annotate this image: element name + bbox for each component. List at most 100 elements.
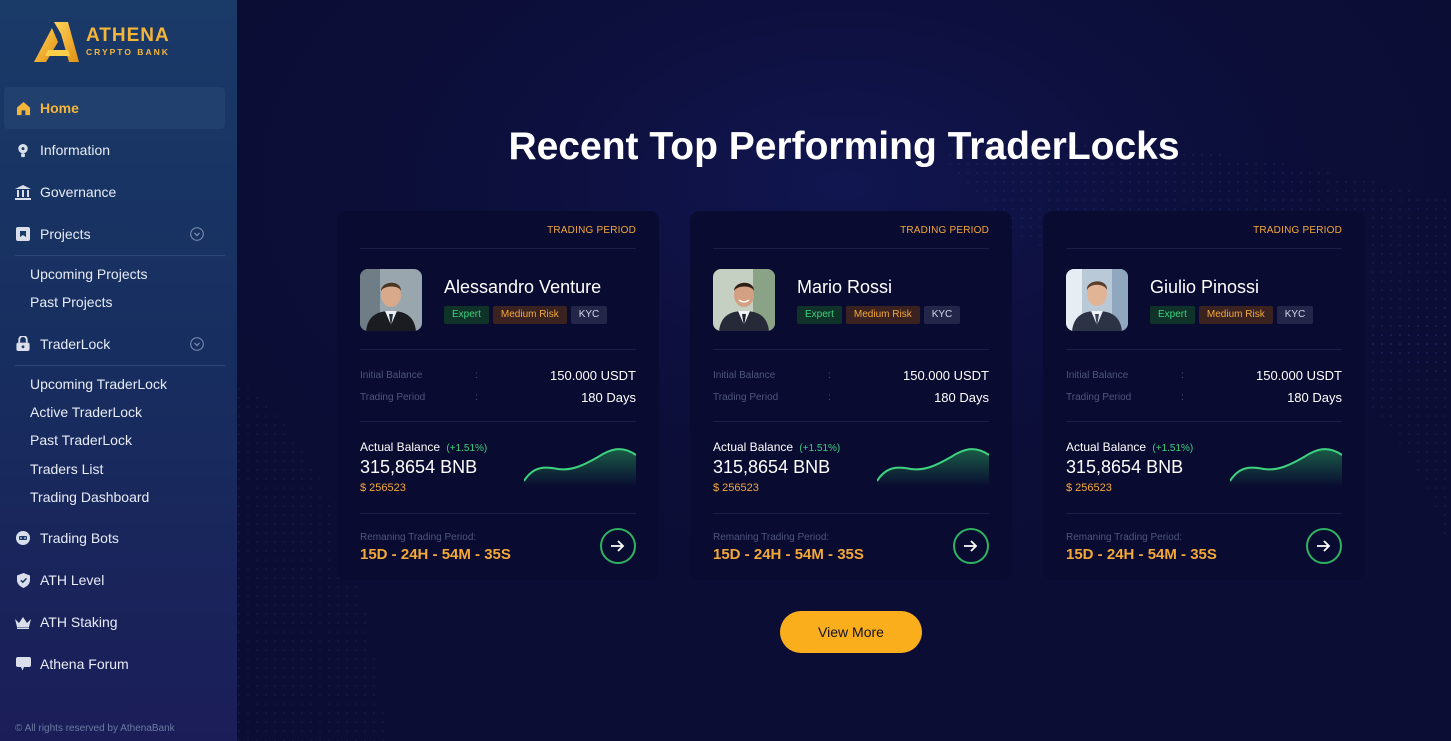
kyc-badge: KYC [1276,306,1314,324]
colon: : [475,392,478,403]
colon: : [475,370,478,381]
shield-icon [15,572,31,588]
chat-icon [15,656,31,672]
remaining-period-label: Remaning Trading Period: [1066,532,1183,543]
sidebar-item-label: ATH Level [40,572,105,589]
sidebar-item-upcoming-traderlock[interactable]: Upcoming TraderLock [0,370,237,398]
risk-badge: Medium Risk [845,306,920,324]
open-trader-button[interactable] [1306,528,1342,564]
actual-change: (+1.51%) [799,443,841,454]
trading-period-header: TRADING PERIOD [547,225,636,236]
divider [360,513,636,514]
open-trader-button[interactable] [953,528,989,564]
divider [360,248,636,249]
actual-balance-label: Actual Balance [360,440,441,454]
divider [1066,349,1342,350]
sparkline-chart [877,448,989,487]
arrow-right-icon [611,540,625,552]
remaining-period-label: Remaning Trading Period: [360,532,477,543]
sidebar-item-home[interactable]: Home [4,87,225,129]
trader-badges: Expert Medium Risk KYC [444,306,611,324]
open-trader-button[interactable] [600,528,636,564]
trader-badges: Expert Medium Risk KYC [1150,306,1317,324]
risk-badge: Medium Risk [492,306,567,324]
trading-period-row: Trading Period : 180 Days [360,390,636,405]
sidebar-item-label: TraderLock [40,335,111,352]
initial-balance-label: Initial Balance [1066,370,1129,381]
initial-balance-label: Initial Balance [713,370,776,381]
chevron-down-icon[interactable] [190,227,204,241]
trading-period-header: TRADING PERIOD [900,225,989,236]
sidebar: ATHENA CRYPTO BANK Home Information Gove… [0,0,237,741]
page-title: Recent Top Performing TraderLocks [508,125,1180,168]
avatar [713,269,775,331]
initial-balance-value: 150.000 USDT [550,368,636,383]
sidebar-item-traderlock[interactable]: TraderLock [0,323,237,365]
sidebar-item-label: Governance [40,184,117,200]
trading-period-header: TRADING PERIOD [1253,225,1342,236]
avatar-icon [713,269,775,331]
sidebar-item-governance[interactable]: Governance [0,171,237,213]
sidebar-footer: © All rights reserved by AthenaBank [15,723,175,734]
sidebar-item-label: Home [40,100,79,116]
sidebar-item-label: ATH Staking [40,614,118,631]
sidebar-item-traders-list[interactable]: Traders List [0,454,237,482]
actual-balance: Actual Balance (+1.51%) [713,440,840,454]
trader-name: Alessandro Venture [444,277,602,297]
avatar [360,269,422,331]
expert-badge: Expert [444,306,489,324]
sidebar-item-projects[interactable]: Projects [0,213,237,255]
remaining-period-label: Remaning Trading Period: [713,532,830,543]
initial-balance-label: Initial Balance [360,370,423,381]
bot-icon [15,530,31,546]
actual-balance-label: Actual Balance [1066,440,1147,454]
actual-balance-usd: $ 256523 [360,482,406,494]
divider [1066,421,1342,422]
trader-card: TRADING PERIOD Giulio Pinossi Expert Med… [1043,211,1365,580]
initial-balance-row: Initial Balance : 150.000 USDT [360,368,636,383]
brand-name: ATHENA [86,25,170,46]
brand-tagline: CRYPTO BANK [86,47,170,57]
sidebar-item-active-traderlock[interactable]: Active TraderLock [0,398,237,426]
view-more-button[interactable]: View More [780,611,922,653]
actual-balance-usd: $ 256523 [1066,482,1112,494]
colon: : [828,392,831,403]
actual-change: (+1.51%) [1152,443,1194,454]
initial-balance-row: Initial Balance : 150.000 USDT [713,368,989,383]
projects-icon [15,226,31,242]
sidebar-item-past-traderlock[interactable]: Past TraderLock [0,426,237,454]
arrow-right-icon [1317,540,1331,552]
sparkline-chart [1230,448,1342,487]
avatar [1066,269,1128,331]
initial-balance-value: 150.000 USDT [1256,368,1342,383]
divider [1066,248,1342,249]
athena-logo-icon [34,22,79,62]
home-icon [15,100,31,116]
sidebar-item-information[interactable]: Information [0,129,237,171]
sidebar-item-label: Athena Forum [40,656,129,673]
logo[interactable]: ATHENA CRYPTO BANK [32,20,170,64]
initial-balance-value: 150.000 USDT [903,368,989,383]
sidebar-item-ath-staking[interactable]: ATH Staking [0,601,237,643]
expert-badge: Expert [797,306,842,324]
actual-balance: Actual Balance (+1.51%) [1066,440,1193,454]
sidebar-nav: Home Information Governance Projects Upc… [0,87,237,685]
sidebar-item-athena-forum[interactable]: Athena Forum [0,643,237,685]
actual-change: (+1.51%) [446,443,488,454]
chevron-down-icon[interactable] [190,336,204,351]
expert-badge: Expert [1150,306,1195,324]
trader-badges: Expert Medium Risk KYC [797,306,964,324]
sidebar-item-label: Information [40,142,111,158]
trader-name: Mario Rossi [797,277,893,297]
lock-icon [15,336,31,352]
sparkline-chart [524,448,636,487]
kyc-badge: KYC [923,306,961,324]
sidebar-item-trading-dashboard[interactable]: Trading Dashboard [0,483,237,511]
traderlock-submenu: Upcoming TraderLock Active TraderLock Pa… [0,366,237,517]
sidebar-item-past-projects[interactable]: Past Projects [0,288,237,316]
sidebar-item-trading-bots[interactable]: Trading Bots [0,517,237,559]
avatar-icon [360,269,422,331]
divider [360,349,636,350]
sidebar-item-ath-level[interactable]: ATH Level [0,559,237,601]
sidebar-item-upcoming-projects[interactable]: Upcoming Projects [0,260,237,288]
